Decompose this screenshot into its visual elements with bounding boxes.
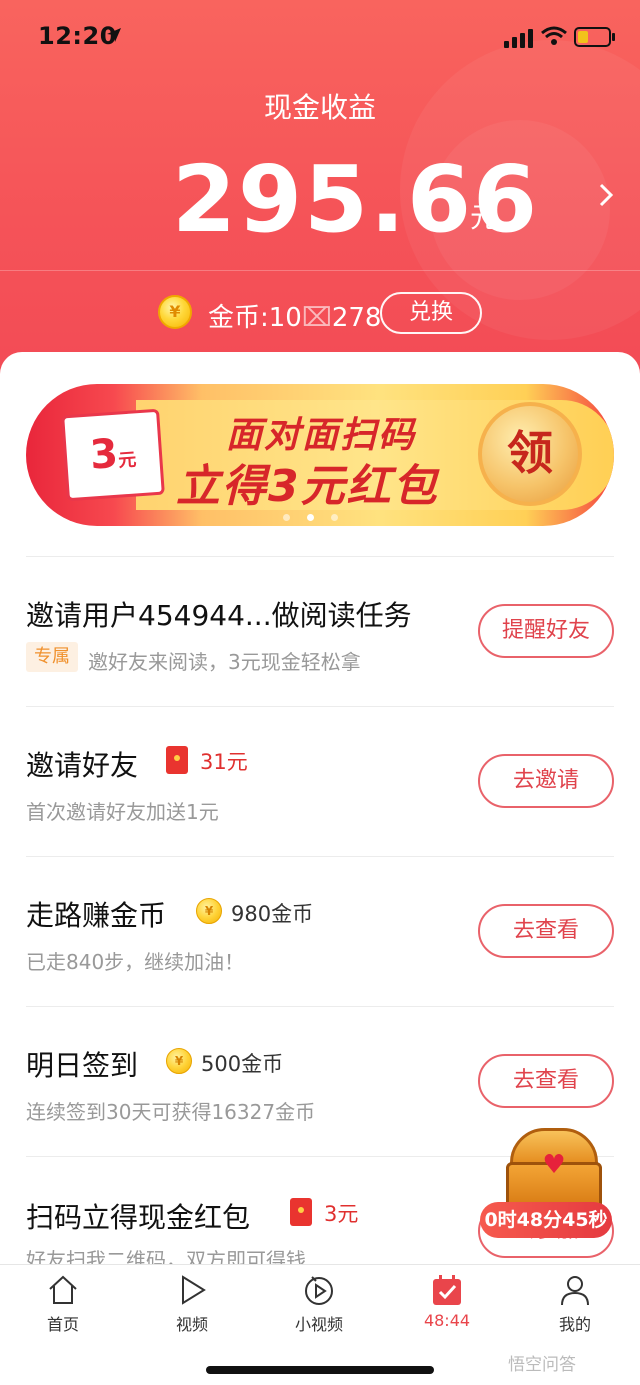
tab-label: 小视频 — [294, 1315, 343, 1334]
remind-friend-button[interactable]: 提醒好友 — [478, 604, 614, 658]
task-title: 邀请好友 — [26, 749, 139, 782]
tab-label: 48:44 — [423, 1311, 471, 1330]
coupon-ticket: 3元 — [61, 408, 165, 502]
task-description: 首次邀请好友加送1元 — [26, 800, 219, 824]
coin-balance-row: ¥ 金币:10⌧278 兑换 — [0, 290, 640, 336]
location-arrow-icon — [107, 28, 121, 42]
home-icon — [49, 1275, 77, 1304]
task-description: 连续签到30天可获得16327金币 — [26, 1100, 316, 1124]
banner-subheadline: 立得3元红包 — [176, 461, 439, 512]
task-reward: 3元 — [324, 1202, 359, 1226]
exchange-button[interactable]: 兑换 — [380, 292, 482, 334]
home-indicator[interactable] — [206, 1366, 434, 1374]
divider — [26, 1006, 614, 1007]
cash-unit: 元 — [470, 201, 499, 234]
task-reward: 31元 — [200, 750, 248, 774]
tab-home[interactable]: 首页 — [8, 1273, 118, 1337]
battery-icon — [574, 27, 615, 47]
divider — [26, 556, 614, 557]
pagination-dot[interactable] — [331, 514, 338, 521]
treasure-timer[interactable]: 0时48分45秒 — [480, 1202, 612, 1238]
red-envelope-icon — [166, 746, 188, 774]
view-button[interactable]: 去查看 — [478, 904, 614, 958]
tab-tasks[interactable]: 48:44 — [392, 1273, 502, 1337]
tab-label: 视频 — [175, 1315, 208, 1334]
short-video-icon — [305, 1276, 333, 1305]
task-description: 已走840步，继续加油！ — [26, 950, 245, 974]
view-button[interactable]: 去查看 — [478, 1054, 614, 1108]
task-title: 走路赚金币 — [26, 899, 167, 932]
task-title: 明日签到 — [26, 1049, 139, 1082]
divider — [26, 856, 614, 857]
chevron-right-icon[interactable] — [596, 182, 616, 208]
tab-label: 我的 — [558, 1315, 591, 1334]
claim-button[interactable]: 领 — [478, 402, 582, 506]
tab-me[interactable]: 我的 — [520, 1273, 630, 1337]
status-bar: 12:20 — [0, 0, 640, 78]
heart-icon: ♥ — [542, 1150, 566, 1180]
invite-button[interactable]: 去邀请 — [478, 754, 614, 808]
wifi-icon — [541, 26, 567, 45]
tab-label: 首页 — [46, 1315, 79, 1334]
task-description: 邀好友来阅读，3元现金轻松拿 — [88, 650, 361, 674]
task-title: 邀请用户454944...做阅读任务 — [26, 599, 412, 632]
coin-balance: 金币:10⌧278 — [208, 303, 382, 333]
earnings-title: 现金收益 — [263, 91, 376, 124]
watermark: 悟空问答 — [508, 1355, 576, 1375]
task-reward: 980金币 — [231, 902, 314, 926]
header-divider — [0, 270, 640, 271]
pagination-dot[interactable] — [283, 514, 290, 521]
red-envelope-icon — [290, 1198, 312, 1226]
task-title: 扫码立得现金红包 — [26, 1201, 251, 1234]
coupon-value: 3元 — [88, 430, 138, 479]
signal-icon — [504, 29, 533, 48]
gold-coin-icon: ¥ — [196, 898, 222, 924]
tab-short-video[interactable]: 小视频 — [264, 1273, 374, 1337]
divider — [26, 706, 614, 707]
play-icon — [182, 1275, 206, 1305]
calendar-check-icon — [433, 1275, 461, 1305]
gold-coin-icon: ¥ — [158, 295, 192, 329]
gold-coin-icon: ¥ — [166, 1048, 192, 1074]
pagination-dot-active[interactable] — [307, 514, 314, 521]
tab-video[interactable]: 视频 — [137, 1273, 247, 1337]
task-reward: 500金币 — [201, 1052, 284, 1076]
promo-banner[interactable]: 3元 面对面扫码 立得3元红包 领 — [26, 384, 614, 526]
banner-pagination — [283, 514, 343, 522]
user-icon — [561, 1276, 589, 1306]
exclusive-tag: 专属 — [26, 642, 78, 672]
